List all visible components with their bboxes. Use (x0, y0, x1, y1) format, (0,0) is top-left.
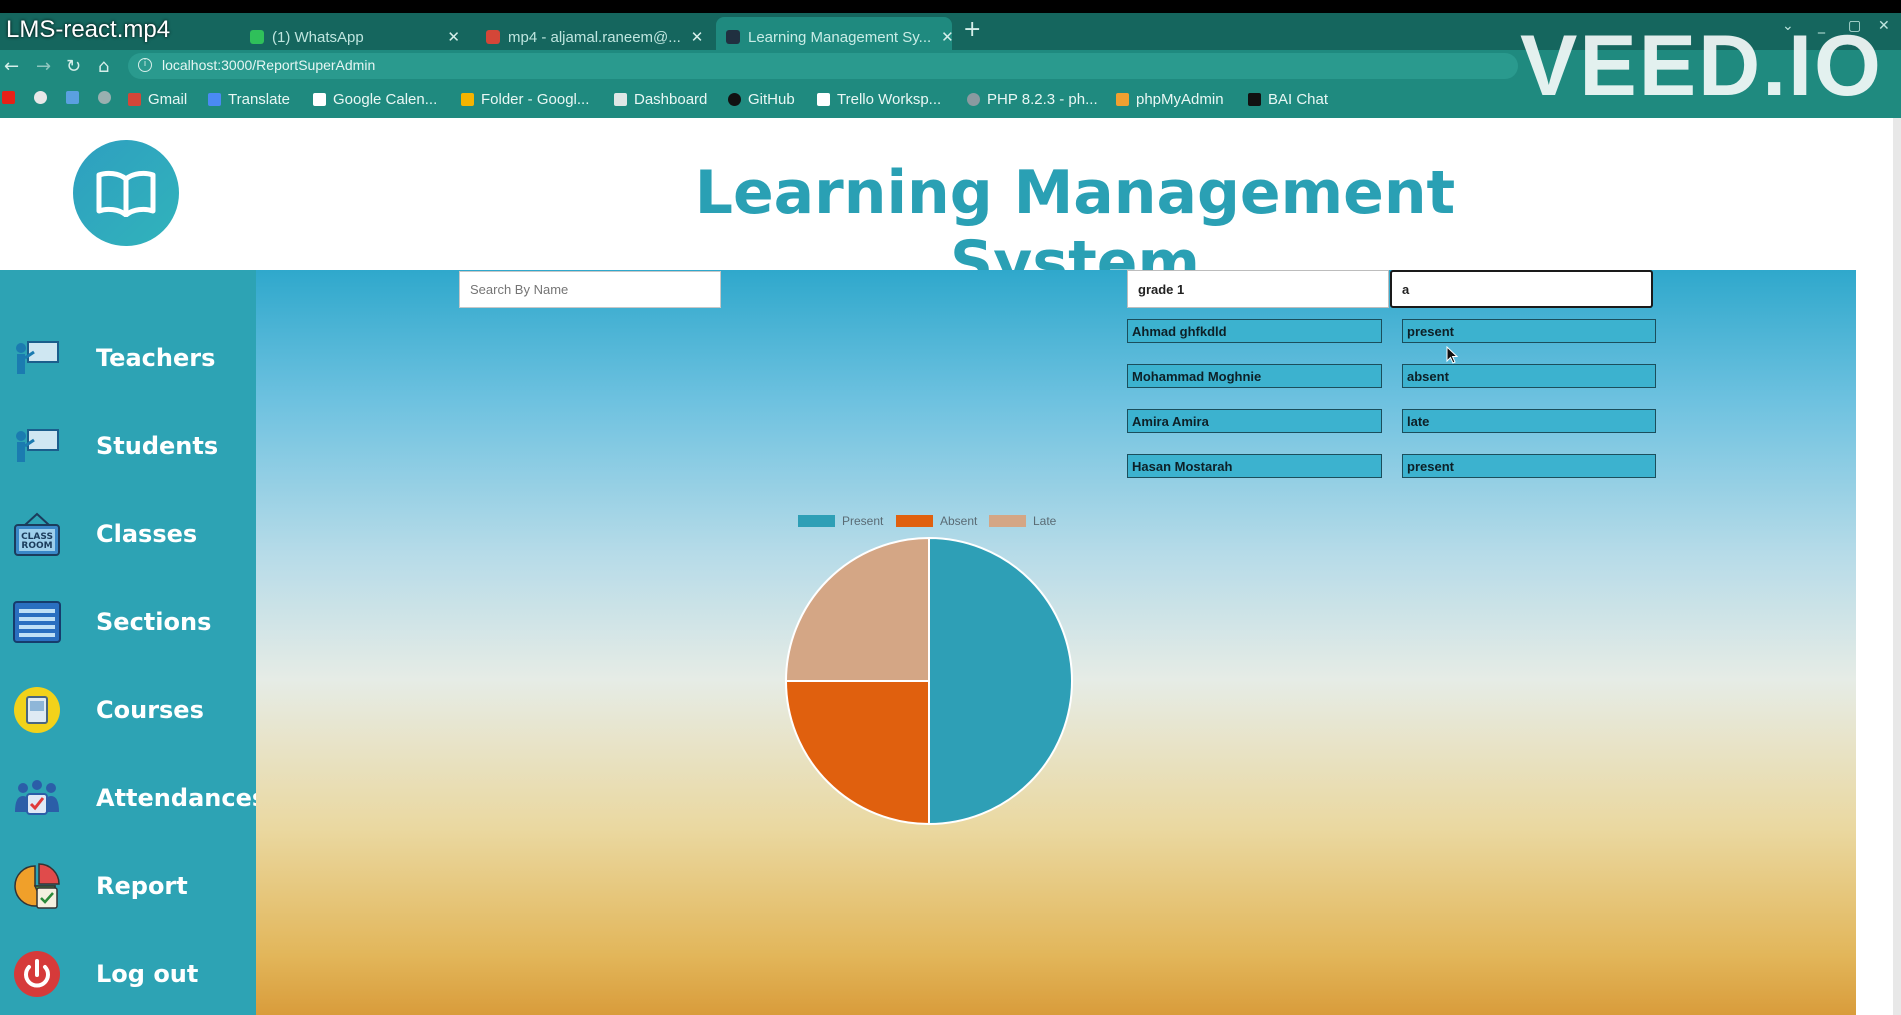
page-scrollbar[interactable] (1893, 118, 1901, 1015)
sidebar-item-logout[interactable]: Log out (0, 944, 256, 1004)
sidebar-item-label: Students (96, 432, 219, 460)
sidebar-item-classes[interactable]: CLASS ROOM Classes (0, 504, 256, 564)
bookmark-gmail[interactable]: Gmail (128, 91, 187, 108)
sidebar-item-attendances[interactable]: Attendances (0, 768, 266, 828)
url-text[interactable]: localhost:3000/ReportSuperAdmin (162, 57, 375, 73)
legend-swatch (798, 515, 835, 527)
gmail-icon (486, 30, 500, 44)
whatsapp-icon (250, 30, 264, 44)
sidebar-item-teachers[interactable]: Teachers (0, 328, 256, 388)
student-name-field[interactable]: Amira Amira (1127, 409, 1382, 433)
sidebar-item-label: Sections (96, 608, 212, 636)
attendance-group-icon (12, 773, 62, 823)
chrome-bookmark-icon[interactable] (34, 91, 54, 104)
legend-label: Late (1033, 514, 1057, 528)
bookmark-php[interactable]: PHP 8.2.3 - ph... (967, 91, 1098, 108)
bookmark-folder[interactable]: Folder - Googl... (461, 91, 589, 108)
drive-icon (461, 93, 474, 106)
lms-favicon-icon (726, 30, 740, 44)
sidebar-item-students[interactable]: Students (0, 416, 256, 476)
classroom-sign-icon: CLASS ROOM (12, 509, 62, 559)
mouse-cursor-icon (1446, 345, 1459, 368)
sidebar-item-report[interactable]: Report (0, 856, 256, 916)
tab-label: (1) WhatsApp (272, 28, 364, 46)
bookmark-translate[interactable]: Translate (208, 91, 290, 108)
bookmark-trello[interactable]: Trello Worksp... (817, 91, 941, 108)
report-pie-icon (12, 861, 62, 911)
legend-item-late[interactable]: Late (989, 514, 1056, 528)
sidebar-item-label: Report (96, 872, 188, 900)
bookmark-phpmyadmin[interactable]: phpMyAdmin (1116, 91, 1224, 108)
sidebar-item-courses[interactable]: Courses (0, 680, 256, 740)
legend-swatch (989, 515, 1026, 527)
pie-slice-present[interactable] (928, 536, 1073, 826)
sections-list-icon (12, 597, 62, 647)
page-icon (614, 93, 627, 106)
video-top-bar (0, 0, 1901, 13)
legend-label: Present (842, 514, 884, 528)
sidebar-item-label: Attendances (96, 784, 267, 812)
bai-chat-icon (1248, 93, 1261, 106)
globe-icon (967, 93, 980, 106)
globe-bookmark-icon[interactable] (98, 91, 118, 104)
student-name-field[interactable]: Hasan Mostarah (1127, 454, 1382, 478)
back-icon[interactable]: ← (4, 56, 19, 77)
reload-icon[interactable]: ↻ (66, 56, 81, 77)
forward-icon[interactable]: → (36, 56, 51, 77)
bookmark-dashboard[interactable]: Dashboard (614, 91, 707, 108)
gmail-icon (128, 93, 141, 106)
search-input[interactable] (459, 271, 721, 308)
attendance-status-field[interactable]: absent (1402, 364, 1656, 388)
course-book-icon (12, 685, 62, 735)
attendance-status-field[interactable]: present (1402, 454, 1656, 478)
youtube-bookmark-icon[interactable] (2, 91, 22, 104)
attendance-status-field[interactable]: late (1402, 409, 1656, 433)
bookmark-github[interactable]: GitHub (728, 91, 795, 108)
section-filter-field[interactable]: a (1390, 270, 1653, 308)
calendar-icon (313, 93, 326, 106)
github-icon (728, 93, 741, 106)
legend-swatch (896, 515, 933, 527)
student-board-icon (12, 421, 62, 471)
phpmyadmin-icon (1116, 93, 1129, 106)
sidebar-item-label: Teachers (96, 344, 216, 372)
close-icon[interactable]: ✕ (437, 28, 460, 46)
trello-icon (817, 93, 830, 106)
grade-filter-field[interactable]: grade 1 (1127, 270, 1389, 308)
power-icon (12, 949, 62, 999)
legend-label: Absent (940, 514, 978, 528)
new-tab-button[interactable]: + (963, 17, 981, 42)
sidebar-item-label: Log out (96, 960, 199, 988)
close-icon[interactable]: ✕ (931, 28, 952, 46)
home-icon[interactable]: ⌂ (98, 56, 109, 77)
attendance-status-field[interactable]: present (1402, 319, 1656, 343)
sidebar-item-label: Courses (96, 696, 204, 724)
close-icon[interactable]: ✕ (681, 28, 704, 46)
tab-label: mp4 - aljamal.raneem@... (508, 28, 681, 46)
teacher-board-icon (12, 333, 62, 383)
video-title: LMS-react.mp4 (6, 16, 171, 43)
sidebar-item-sections[interactable]: Sections (0, 592, 256, 652)
open-book-logo-icon (73, 140, 179, 246)
legend-item-absent[interactable]: Absent (896, 514, 977, 528)
translate-icon (208, 93, 221, 106)
sidebar-item-label: Classes (96, 520, 198, 548)
legend-item-present[interactable]: Present (798, 514, 883, 528)
pie-slice-late[interactable] (784, 536, 930, 682)
info-icon[interactable]: i (138, 58, 152, 72)
student-name-field[interactable]: Mohammad Moghnie (1127, 364, 1382, 388)
tab-label: Learning Management Sy... (748, 28, 932, 46)
download-bookmark-icon[interactable] (66, 91, 86, 104)
student-name-field[interactable]: Ahmad ghfkdld (1127, 319, 1382, 343)
attendance-pie-chart (784, 536, 1073, 826)
main-right-margin (1856, 270, 1893, 1015)
watermark: VEED.IO (1520, 18, 1883, 114)
pie-slice-absent[interactable] (784, 680, 930, 826)
svg-text:ROOM: ROOM (21, 541, 52, 551)
bookmark-bai-chat[interactable]: BAI Chat (1248, 91, 1328, 108)
bookmark-google-calendar[interactable]: Google Calen... (313, 91, 437, 108)
